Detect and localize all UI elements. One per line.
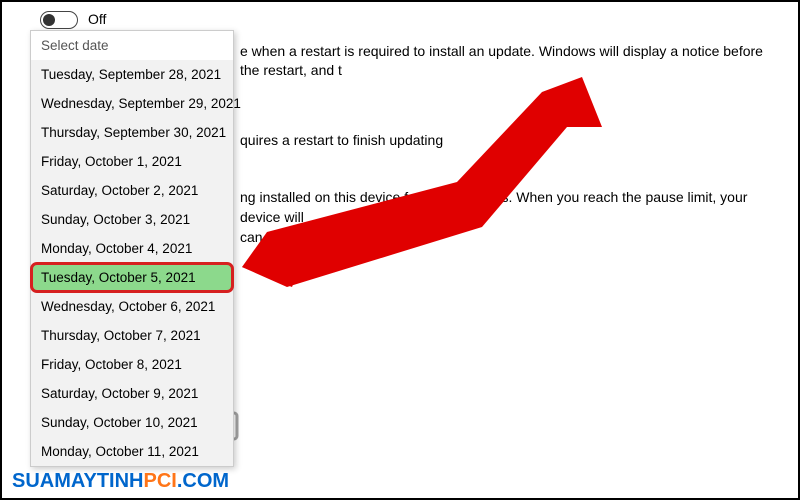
dropdown-option-highlighted[interactable]: Tuesday, October 5, 2021 [31,263,233,292]
description-3b: can pause again. [240,229,347,245]
dropdown-option[interactable]: Wednesday, October 6, 2021 [31,292,233,321]
watermark-part1: SUAMAYTINH [12,470,144,492]
dropdown-header: Select date [31,31,233,60]
dropdown-option[interactable]: Monday, October 11, 2021 [31,437,233,466]
watermark-part2: PCI [144,470,177,492]
dropdown-option[interactable]: Monday, October 4, 2021 [31,234,233,263]
description-2: quires a restart to finish updating [240,131,778,151]
date-dropdown[interactable]: Select date Tuesday, September 28, 2021 … [30,30,234,467]
watermark-part3: .COM [177,470,229,492]
dropdown-option[interactable]: Sunday, October 10, 2021 [31,408,233,437]
dropdown-option[interactable]: Thursday, October 7, 2021 [31,321,233,350]
watermark-text: SUAMAYTINHPCI.COM [12,470,229,493]
description-3a: ng installed on this device for up to 35… [240,189,747,225]
dropdown-option[interactable]: Saturday, October 2, 2021 [31,176,233,205]
dropdown-option[interactable]: Friday, October 1, 2021 [31,147,233,176]
dropdown-option[interactable]: Friday, October 8, 2021 [31,350,233,379]
description-3: ng installed on this device for up to 35… [240,188,778,247]
description-1: e when a restart is required to install … [240,42,778,81]
dropdown-option[interactable]: Wednesday, September 29, 2021 [31,89,233,118]
toggle-row: Off [40,10,778,30]
dropdown-option[interactable]: Thursday, September 30, 2021 [31,118,233,147]
dropdown-option[interactable]: Tuesday, September 28, 2021 [31,60,233,89]
toggle-switch[interactable] [40,11,78,29]
toggle-label: Off [88,10,106,30]
dropdown-option[interactable]: Saturday, October 9, 2021 [31,379,233,408]
dropdown-option[interactable]: Sunday, October 3, 2021 [31,205,233,234]
